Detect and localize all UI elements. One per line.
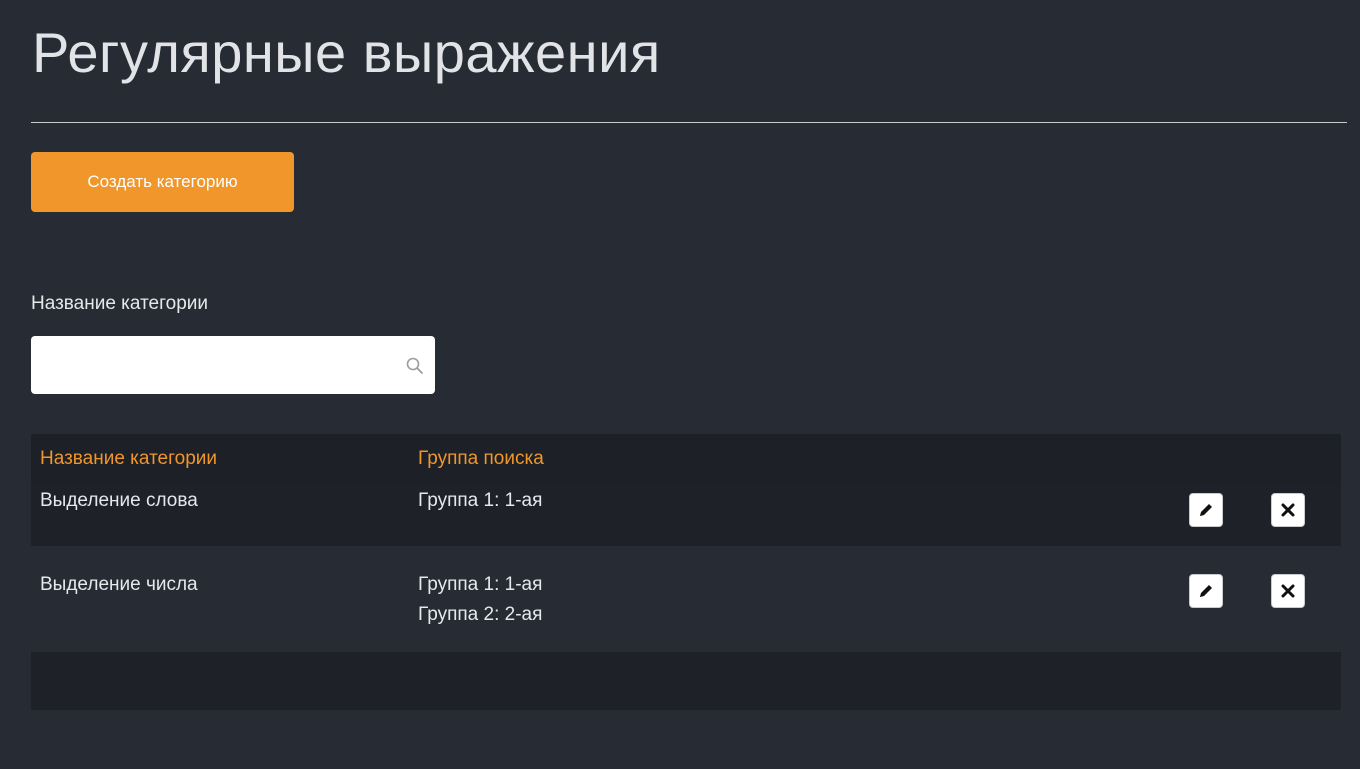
search-icon[interactable] bbox=[405, 356, 425, 376]
page: Регулярные выражения Создать категорию Н… bbox=[0, 0, 1360, 769]
page-title: Регулярные выражения bbox=[32, 21, 661, 84]
category-name-filter-label: Название категории bbox=[31, 293, 208, 314]
table-row: Выделение слова Группа 1: 1-ая bbox=[31, 484, 1341, 546]
search-group-cell: Группа 2: 2-ая bbox=[418, 604, 543, 625]
table-header-row: Название категории Группа поиска bbox=[31, 434, 1341, 484]
table-footer bbox=[31, 652, 1341, 710]
delete-button[interactable] bbox=[1271, 493, 1305, 527]
category-name-cell: Выделение числа bbox=[40, 574, 198, 595]
column-header-search-group: Группа поиска bbox=[418, 448, 544, 469]
table-row: Выделение числа Группа 1: 1-ая Группа 2:… bbox=[31, 546, 1341, 652]
category-search-box[interactable] bbox=[31, 336, 435, 394]
search-group-cell: Группа 1: 1-ая bbox=[418, 490, 543, 511]
close-icon bbox=[1281, 584, 1295, 598]
close-icon bbox=[1281, 503, 1295, 517]
category-name-cell: Выделение слова bbox=[40, 490, 198, 511]
edit-button[interactable] bbox=[1189, 493, 1223, 527]
edit-button[interactable] bbox=[1189, 574, 1223, 608]
create-category-button[interactable]: Создать категорию bbox=[31, 152, 294, 212]
pencil-icon bbox=[1200, 504, 1212, 516]
pencil-icon bbox=[1200, 585, 1212, 597]
search-group-cell: Группа 1: 1-ая bbox=[418, 574, 543, 595]
title-divider bbox=[31, 122, 1347, 123]
delete-button[interactable] bbox=[1271, 574, 1305, 608]
categories-table: Название категории Группа поиска Выделен… bbox=[31, 434, 1341, 710]
category-search-input[interactable] bbox=[31, 336, 391, 394]
column-header-category-name: Название категории bbox=[40, 448, 217, 469]
